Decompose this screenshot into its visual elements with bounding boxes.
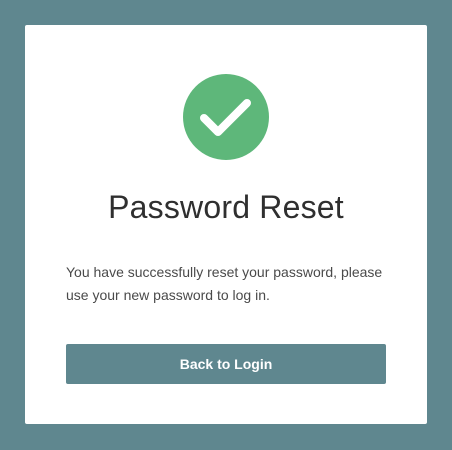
success-message: You have successfully reset your passwor… [66, 264, 383, 303]
password-reset-card: Password Reset You have successfully res… [25, 25, 427, 424]
page-title: Password Reset [108, 189, 344, 225]
back-to-login-button[interactable]: Back to Login [66, 344, 386, 384]
checkmark-circle-icon [183, 74, 269, 160]
